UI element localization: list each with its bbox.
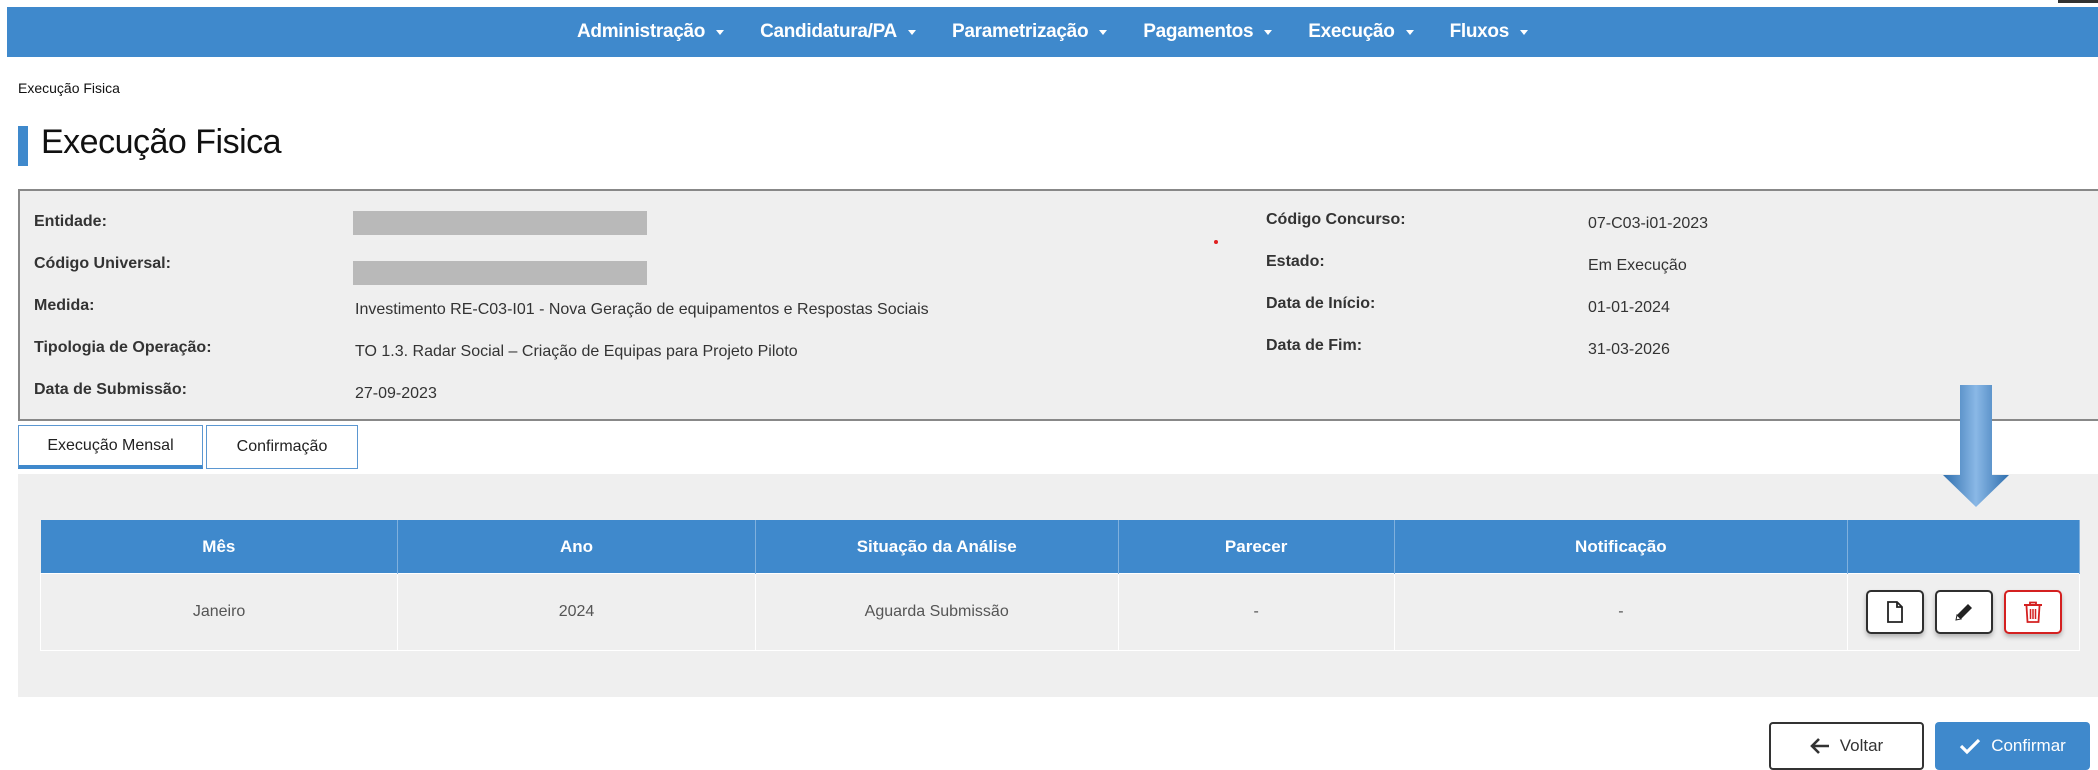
data-inicio-label: Data de Início: (1266, 295, 1376, 312)
tab-confirmacao[interactable]: Confirmação (206, 425, 358, 469)
nav-item-pagamentos[interactable]: Pagamentos (1143, 21, 1273, 43)
top-navigation: Administração Candidatura/PA Parametriza… (7, 7, 2098, 57)
nav-label: Execução (1308, 21, 1395, 42)
column-header-parecer[interactable]: Parecer (1118, 520, 1395, 574)
redacted-entidade (353, 211, 647, 235)
delete-button[interactable] (2003, 590, 2062, 634)
window-corner-mark (2058, 0, 2098, 3)
codigo-concurso-label: Código Concurso: (1266, 211, 1406, 228)
edit-button[interactable] (1934, 590, 1993, 634)
breadcrumb: Execução Fisica (18, 80, 120, 96)
column-header-ano[interactable]: Ano (397, 520, 756, 574)
data-fim-value: 31-03-2026 (1588, 341, 1670, 358)
estado-label: Estado: (1266, 253, 1325, 270)
confirmar-label: Confirmar (1991, 736, 2066, 755)
document-icon (1886, 601, 1903, 623)
red-dot-marker (1214, 240, 1218, 244)
voltar-label: Voltar (1839, 736, 1884, 755)
nav-item-parametrizacao[interactable]: Parametrização (951, 21, 1108, 43)
pencil-icon (1954, 604, 1972, 621)
redacted-codigo-universal (353, 261, 647, 285)
nav-label: Candidatura/PA (760, 21, 897, 42)
medida-label: Medida: (34, 297, 95, 314)
codigo-concurso-value: 07-C03-i01-2023 (1588, 215, 1709, 232)
cell-ano: 2024 (397, 573, 756, 651)
nav-label: Fluxos (1449, 21, 1510, 42)
data-submissao-value: 27-09-2023 (355, 385, 437, 402)
cell-mes: Janeiro (39, 573, 399, 651)
data-inicio-value: 01-01-2024 (1588, 299, 1670, 316)
medida-value: Investimento RE-C03-I01 - Nova Geração d… (355, 301, 929, 318)
nav-item-execucao[interactable]: Execução (1308, 21, 1414, 43)
title-accent-bar (18, 126, 28, 166)
execucao-table: Mês Ano Situação da Análise Parecer Noti… (39, 520, 2080, 651)
estado-value: Em Execução (1588, 257, 1687, 274)
nav-label: Parametrização (951, 21, 1089, 42)
nav-item-candidatura[interactable]: Candidatura/PA (760, 21, 916, 43)
data-submissao-label: Data de Submissão: (34, 381, 187, 398)
project-info-panel: Entidade: Código Universal: Medida: Inve… (18, 189, 2098, 421)
nav-item-fluxos[interactable]: Fluxos (1449, 21, 1529, 43)
tab-execucao-mensal[interactable]: Execução Mensal (18, 425, 203, 469)
caret-down-icon (1520, 29, 1529, 35)
table-row: Janeiro 2024 Aguarda Submissão - - (39, 573, 2080, 651)
tipologia-label: Tipologia de Operação: (34, 339, 212, 356)
caret-down-icon (1264, 29, 1273, 35)
execucao-mensal-panel: Mês Ano Situação da Análise Parecer Noti… (18, 474, 2098, 697)
nav-item-administracao[interactable]: Administração (576, 21, 725, 43)
caret-down-icon (907, 29, 916, 35)
data-fim-label: Data de Fim: (1266, 337, 1363, 354)
arrow-down-indicator-icon (1943, 385, 2009, 507)
column-header-notificacao[interactable]: Notificação (1394, 520, 1849, 574)
nav-label: Pagamentos (1143, 21, 1254, 42)
caret-down-icon (716, 29, 725, 35)
checkmark-icon (1959, 737, 1981, 755)
column-header-actions (1847, 520, 2080, 574)
trash-icon (2023, 601, 2042, 623)
arrow-left-icon (1809, 737, 1830, 755)
cell-notificacao: - (1393, 573, 1849, 651)
tipologia-value: TO 1.3. Radar Social – Criação de Equipa… (355, 343, 798, 360)
cell-actions (1847, 573, 2080, 651)
entidade-label: Entidade: (34, 213, 107, 230)
page-title: Execução Fisica (41, 123, 282, 161)
row-actions (1848, 590, 2079, 634)
cell-parecer: - (1117, 573, 1395, 651)
nav-label: Administração (576, 21, 706, 42)
column-header-situacao[interactable]: Situação da Análise (755, 520, 1119, 574)
caret-down-icon (1405, 29, 1414, 35)
codigo-universal-label: Código Universal: (34, 255, 171, 272)
table-header-row: Mês Ano Situação da Análise Parecer Noti… (40, 520, 2080, 574)
view-document-button[interactable] (1865, 590, 1924, 634)
caret-down-icon (1099, 29, 1108, 35)
column-header-mes[interactable]: Mês (40, 520, 399, 574)
cell-situacao: Aguarda Submissão (754, 573, 1119, 651)
